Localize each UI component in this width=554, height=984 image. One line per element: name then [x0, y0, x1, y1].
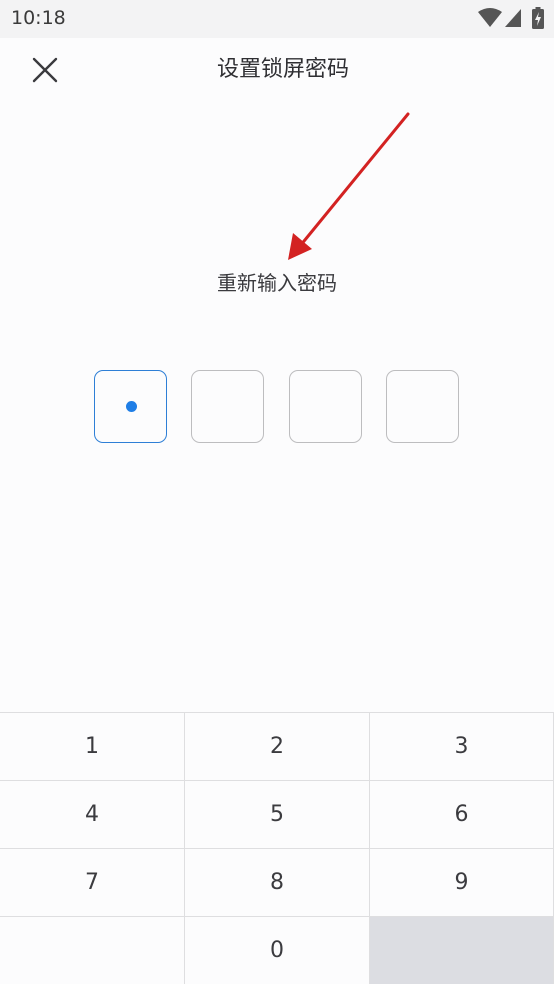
key-5[interactable]: 5	[185, 781, 370, 849]
pin-box	[386, 370, 459, 443]
key-8[interactable]: 8	[185, 849, 370, 917]
pin-dot	[126, 401, 137, 412]
key-6[interactable]: 6	[370, 781, 554, 849]
reenter-password-prompt: 重新输入密码	[217, 271, 337, 295]
pin-box	[289, 370, 362, 443]
wifi-icon	[478, 8, 502, 27]
annotation-arrow	[288, 112, 410, 260]
key-2[interactable]: 2	[185, 713, 370, 781]
key-9[interactable]: 9	[370, 849, 554, 917]
key-1[interactable]: 1	[0, 713, 185, 781]
key-blank	[0, 917, 185, 984]
cellular-signal-icon	[505, 9, 521, 27]
key-4[interactable]: 4	[0, 781, 185, 849]
key-disabled	[370, 917, 554, 984]
key-7[interactable]: 7	[0, 849, 185, 917]
page-title: 设置锁屏密码	[216, 57, 349, 82]
key-0[interactable]: 0	[185, 917, 370, 984]
pin-box	[94, 370, 167, 443]
lock-password-screen: 10:18 设置锁屏密码 重新输入密码 1 2 3 4 5 6 7 8 9 0	[0, 0, 554, 984]
battery-charging-icon	[532, 7, 544, 29]
status-bar: 10:18	[0, 0, 554, 38]
pin-box	[191, 370, 264, 443]
pin-input[interactable]	[94, 370, 460, 443]
key-3[interactable]: 3	[370, 713, 554, 781]
numeric-keypad: 1 2 3 4 5 6 7 8 9 0	[0, 712, 554, 984]
status-time: 10:18	[11, 7, 66, 29]
